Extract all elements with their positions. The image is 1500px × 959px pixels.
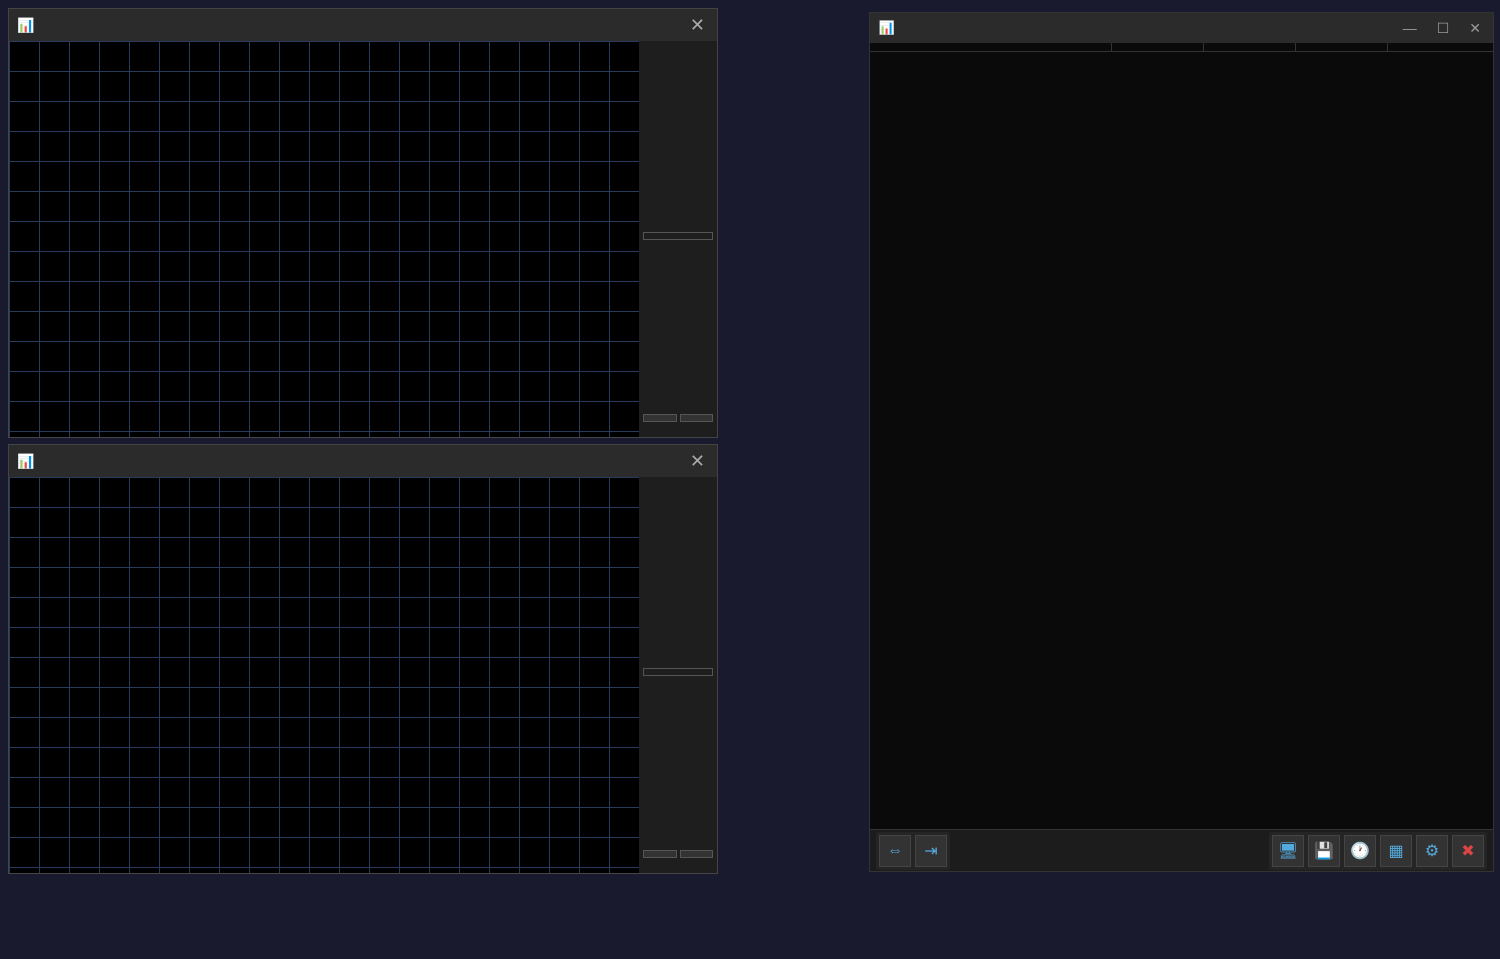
graph1-series-dots[interactable] [643,221,713,229]
expand-button[interactable]: ⇔ [879,835,911,867]
settings-button[interactable]: ⚙ [1416,835,1448,867]
bars-icon: 📊 [17,452,35,470]
graph1-sidebar [639,41,717,437]
graph2-grid [9,477,639,873]
graph1-grid [9,41,639,437]
save-button[interactable]: 💾 [1308,835,1340,867]
graph2-scale-max [643,481,713,489]
header-avg[interactable] [1388,43,1480,51]
reset-button[interactable] [680,414,714,422]
autofit-button[interactable] [643,850,677,858]
close-icon[interactable]: ✕ [1465,20,1485,37]
layout-button[interactable]: ▦ [1380,835,1412,867]
sensor-title-bar[interactable]: 📊 — ☐ ✕ [870,13,1493,43]
exit-button[interactable]: ✖ [1452,835,1484,867]
reset-button[interactable] [680,850,714,858]
graph-window-2[interactable]: 📊 ✕ [8,444,718,874]
header-current[interactable] [1112,43,1204,51]
autofit-button[interactable] [643,414,677,422]
clock-button[interactable]: 🕐 [1344,835,1376,867]
sensor-toolbar: ⇔ ⇥ 🖥 💾 🕐 ▦ ⚙ ✖ [870,829,1493,871]
graph2-series-dots[interactable] [643,657,713,665]
graph1-scale-min [643,425,713,433]
close-icon[interactable]: ✕ [686,451,709,472]
close-icon[interactable]: ✕ [686,15,709,36]
sensor-window[interactable]: 📊 — ☐ ✕ ⇔ ⇥ 🖥 💾 🕐 ▦ ⚙ ✖ [869,12,1494,872]
collapse-button[interactable]: ⇥ [915,835,947,867]
graph2-current [643,668,713,676]
bars-icon: 📊 [17,16,35,34]
header-min[interactable] [1204,43,1296,51]
graph2-title-bar[interactable]: 📊 ✕ [9,445,717,477]
graph1-body [9,41,717,437]
sensor-column-headers[interactable] [870,43,1493,52]
graph1-scale-max [643,45,713,53]
sensor-body[interactable] [870,52,1493,829]
monitors-button[interactable]: 🖥 [1272,835,1304,867]
graph1-title-bar[interactable]: 📊 ✕ [9,9,717,41]
graph2-scale-min [643,861,713,869]
hwinfo-icon: 📊 [878,19,896,37]
minimize-icon[interactable]: — [1399,20,1421,37]
graph2-plot[interactable] [9,477,639,873]
graph2-body [9,477,717,873]
graph-window-1[interactable]: 📊 ✕ [8,8,718,438]
graph1-plot[interactable] [9,41,639,437]
graph2-sidebar [639,477,717,873]
maximize-icon[interactable]: ☐ [1433,20,1454,37]
graph1-current [643,232,713,240]
header-max[interactable] [1296,43,1388,51]
header-name[interactable] [870,43,1112,51]
